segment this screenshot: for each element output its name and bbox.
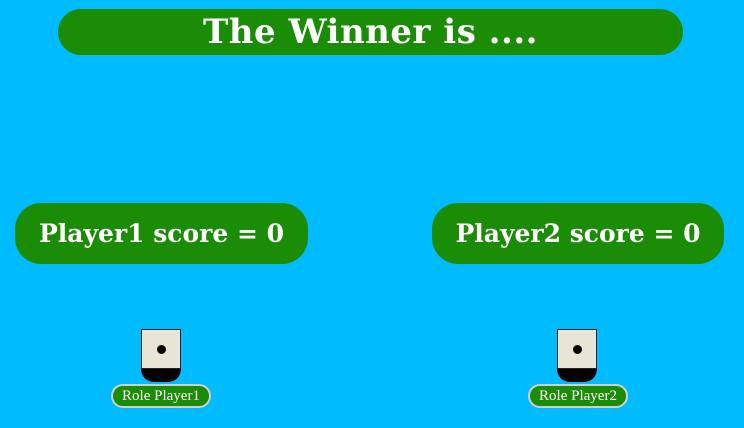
die-pip-icon bbox=[573, 345, 582, 354]
winner-banner: The Winner is .... bbox=[58, 9, 683, 55]
player1-score-panel: Player1 score = 0 bbox=[15, 203, 308, 264]
role-player2-button[interactable]: Role Player2 bbox=[528, 384, 628, 408]
player2-die-face bbox=[557, 329, 597, 369]
player1-die bbox=[141, 329, 181, 382]
player1-die-face bbox=[141, 329, 181, 369]
role-player1-button[interactable]: Role Player1 bbox=[111, 384, 211, 408]
player1-score-text: Player1 score = 0 bbox=[39, 219, 284, 248]
die-pip-icon bbox=[157, 345, 166, 354]
player2-score-panel: Player2 score = 0 bbox=[432, 203, 724, 264]
player1-die-base bbox=[141, 369, 181, 382]
winner-text: The Winner is .... bbox=[202, 12, 539, 52]
player2-score-text: Player2 score = 0 bbox=[455, 219, 701, 248]
player2-die-base bbox=[557, 369, 597, 382]
player2-die bbox=[557, 329, 597, 382]
